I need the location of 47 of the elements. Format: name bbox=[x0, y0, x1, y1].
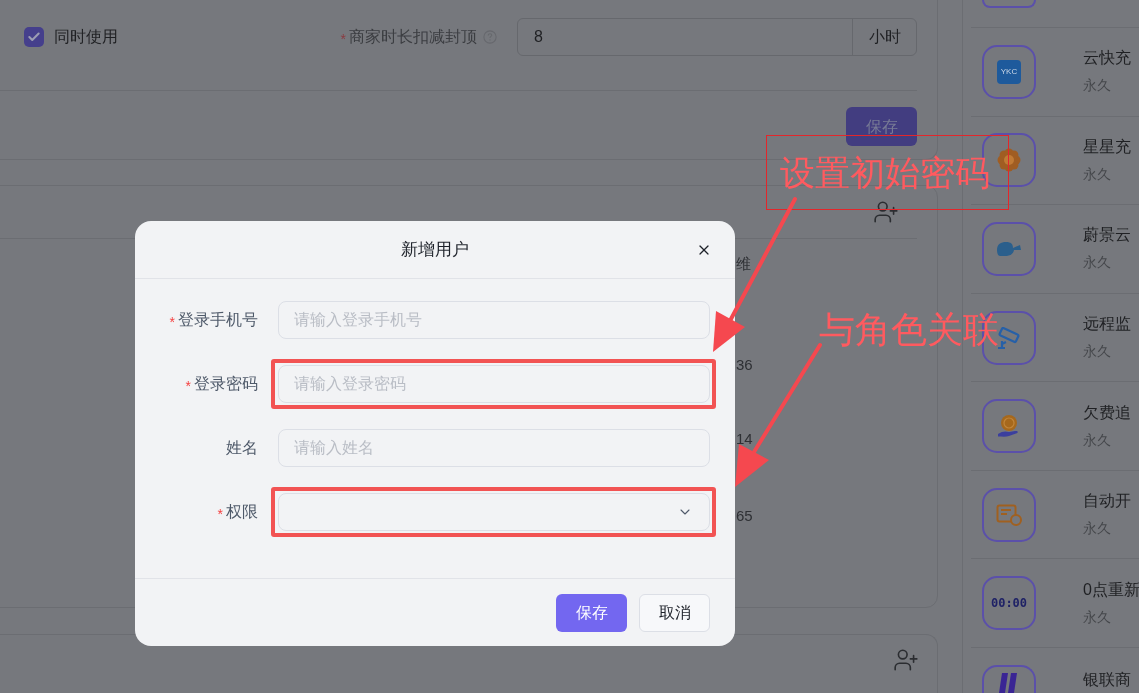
table-cell-text: 14 bbox=[736, 429, 753, 450]
field-label: 登录手机号 bbox=[178, 310, 258, 330]
input-field[interactable]: 请输入登录密码 bbox=[278, 365, 710, 403]
coin-hand-icon bbox=[997, 414, 1021, 439]
select-field[interactable] bbox=[278, 493, 710, 531]
app-name: 自动开 bbox=[1083, 491, 1131, 512]
field-label: 权限 bbox=[226, 502, 258, 522]
table-cell-text: 维 bbox=[736, 254, 751, 275]
security-camera-icon bbox=[996, 326, 1022, 349]
logo-badge: YKC bbox=[997, 59, 1021, 84]
app-tile bbox=[982, 0, 1036, 8]
input-field[interactable]: 请输入姓名 bbox=[278, 429, 710, 467]
field-label: 登录密码 bbox=[194, 374, 258, 394]
add-user-icon[interactable] bbox=[873, 199, 899, 226]
required-mark: * bbox=[340, 32, 346, 46]
checkmark-icon bbox=[27, 30, 41, 44]
required-mark: * bbox=[169, 315, 175, 329]
table-cell-text: 36 bbox=[736, 355, 753, 376]
app-name: 银联商 bbox=[1083, 670, 1131, 691]
add-user-icon[interactable] bbox=[893, 647, 919, 674]
input-value: 8 bbox=[533, 27, 544, 47]
whale-icon bbox=[996, 239, 1022, 258]
app-name: 0点重新 bbox=[1083, 579, 1139, 600]
required-mark: * bbox=[185, 379, 191, 393]
table-cell-text: 65 bbox=[736, 506, 753, 527]
required-mark: * bbox=[217, 507, 223, 521]
field-label: 商家时长扣减封顶 bbox=[349, 27, 477, 47]
checkbox-label: 同时使用 bbox=[54, 27, 118, 47]
app-name: 云快充 bbox=[1083, 48, 1131, 69]
app-name: 星星充 bbox=[1083, 136, 1131, 157]
input-field[interactable]: 8 小时 bbox=[517, 18, 917, 56]
app-name: 远程监 bbox=[1083, 314, 1131, 334]
unit-label: 小时 bbox=[852, 19, 916, 55]
input-field[interactable]: 请输入登录手机号 bbox=[278, 301, 710, 339]
annotation-text: 设置初始密码 bbox=[780, 152, 990, 193]
field-label: 姓名 bbox=[226, 438, 258, 458]
flower-icon bbox=[997, 148, 1021, 173]
save-button[interactable]: 保存 bbox=[846, 107, 917, 146]
save-button[interactable]: 保存 bbox=[556, 593, 627, 632]
dialog-title: 新增用户 bbox=[401, 238, 469, 261]
checkbox[interactable] bbox=[24, 27, 44, 47]
clock-digits: 00:00 bbox=[990, 597, 1028, 610]
cancel-button[interactable]: 取消 bbox=[639, 593, 710, 632]
invoice-icon bbox=[996, 503, 1022, 526]
annotation-text: 与角色关联 bbox=[819, 310, 999, 350]
app-name: 欠费追 bbox=[1083, 402, 1131, 423]
app-name: 蔚景云 bbox=[1083, 225, 1131, 246]
